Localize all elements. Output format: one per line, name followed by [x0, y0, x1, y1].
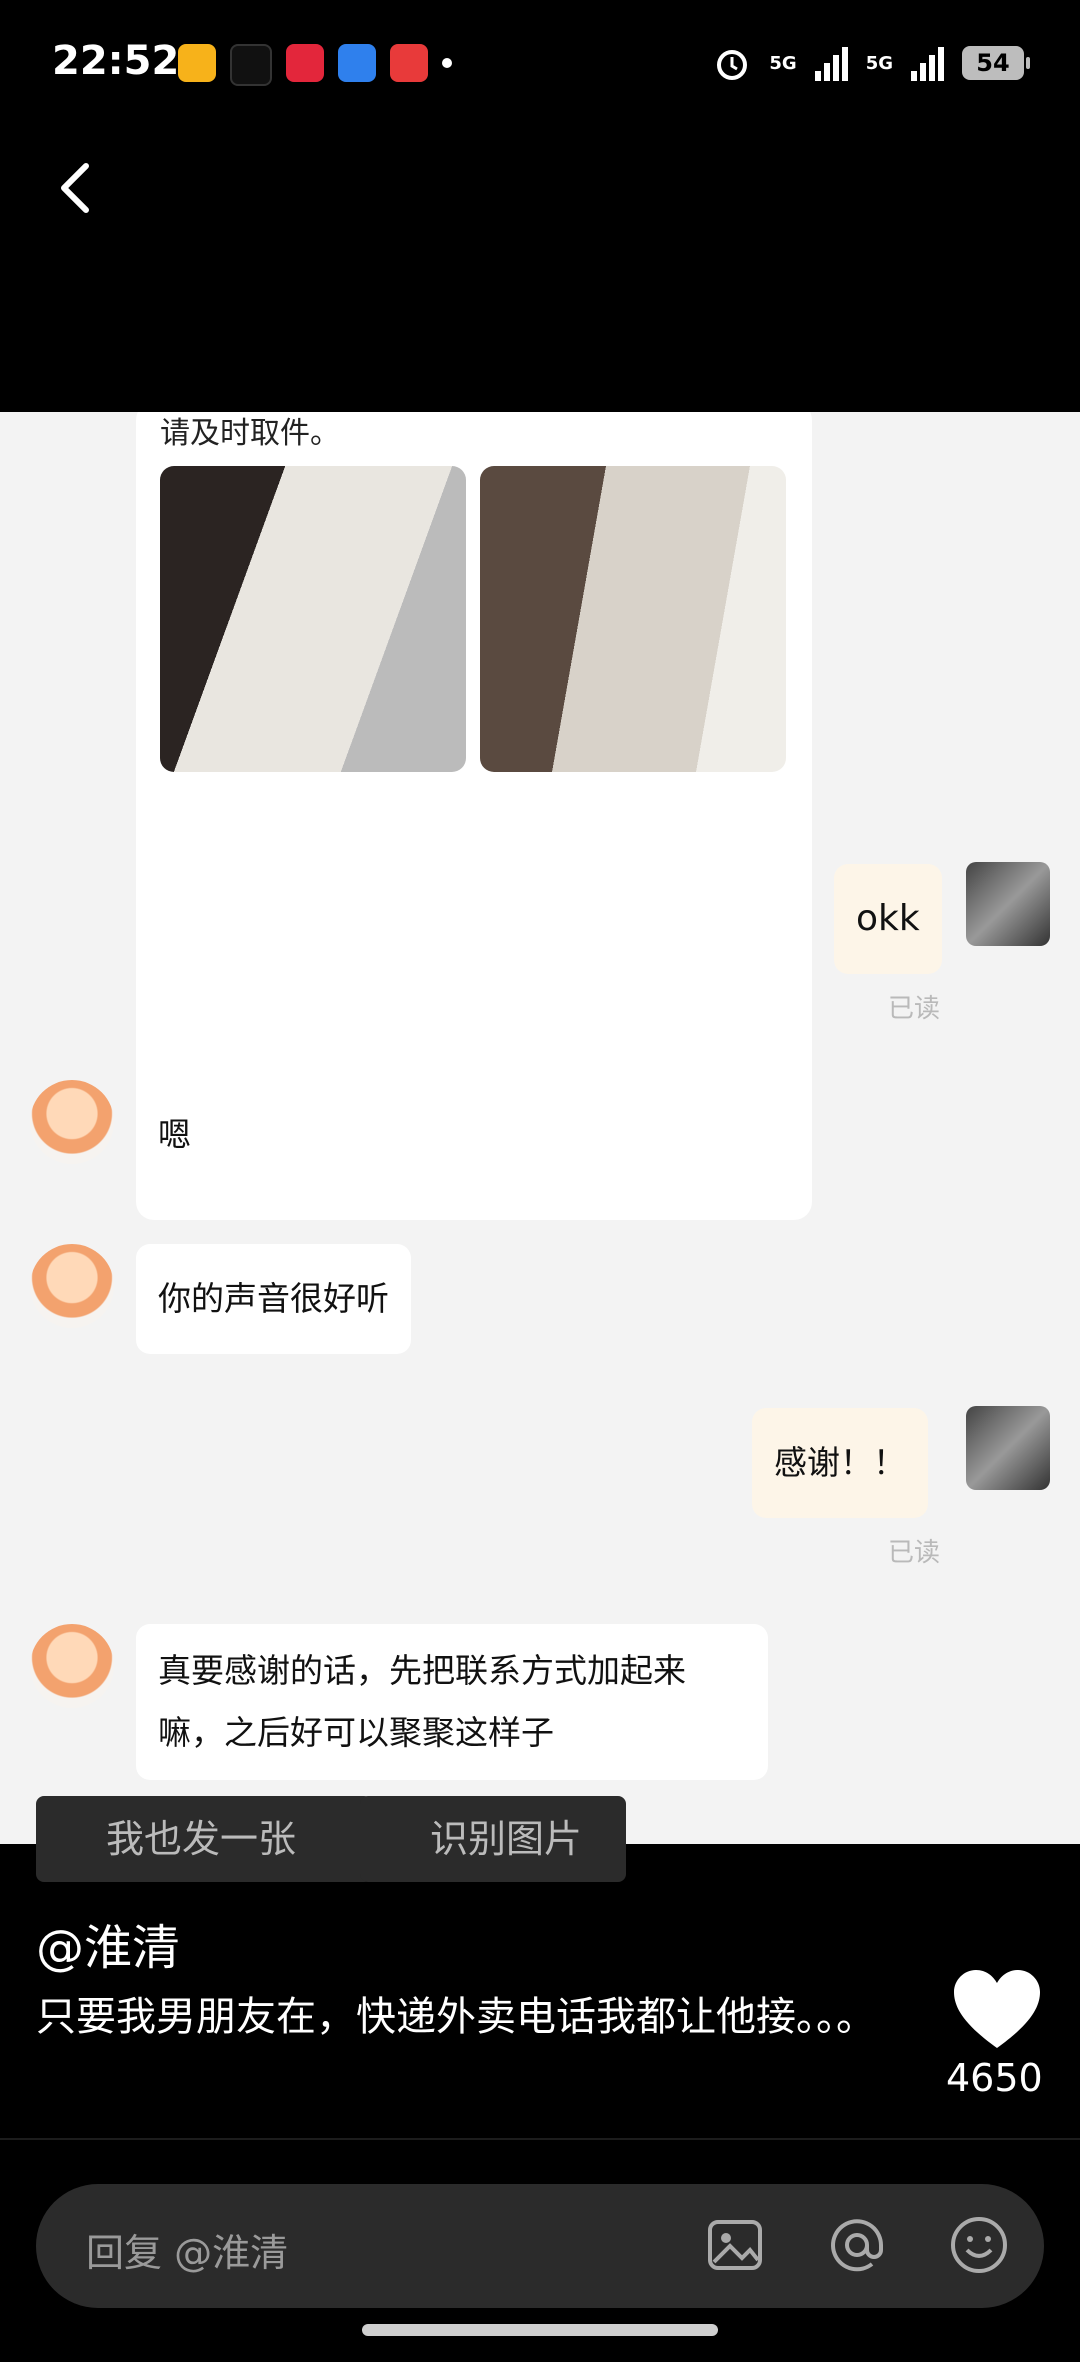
avatar	[30, 1244, 114, 1328]
author-name[interactable]: @淮清	[36, 1908, 180, 1978]
like-count: 4650	[946, 2056, 1043, 2100]
home-indicator[interactable]	[362, 2324, 718, 2336]
like-heart-icon[interactable]	[952, 1968, 1042, 2052]
xiaohongshu-icon	[286, 44, 324, 82]
network-label-1: 5G	[769, 52, 797, 74]
image-icon[interactable]	[704, 2214, 766, 2276]
message-bubble: 真要感谢的话，先把联系方式加起来嘛，之后好可以聚聚这样子	[136, 1624, 768, 1780]
avatar	[966, 1406, 1050, 1490]
battery-indicator: 54	[962, 46, 1030, 80]
browser-icon	[338, 44, 376, 82]
emoji-icon[interactable]	[948, 2214, 1010, 2276]
message-bubble: 感谢！！	[752, 1408, 928, 1518]
shopping-icon	[390, 44, 428, 82]
corridor-photo-2	[480, 466, 786, 772]
signal-icon-2	[911, 45, 944, 81]
image-message-card: 请及时取件。	[136, 412, 812, 1220]
corridor-photo-1	[160, 466, 466, 772]
notification-icons	[178, 44, 452, 86]
avatar	[30, 1624, 114, 1708]
reply-input[interactable]: 回复 @淮清	[36, 2184, 1044, 2308]
alarm-icon	[717, 50, 748, 80]
tiktok-icon	[230, 44, 272, 86]
message-bubble: 嗯	[136, 1080, 213, 1190]
avatar	[966, 862, 1050, 946]
read-status: 已读	[888, 1538, 941, 1568]
mention-icon[interactable]	[826, 2214, 888, 2276]
message-bubble: 你的声音很好听	[136, 1244, 411, 1354]
status-bar: 22:52 5G 5G 54	[0, 0, 1080, 130]
chat-screenshot-image[interactable]: 请及时取件。 okk 已读 嗯 你的声音很好听 感谢！！ 已读 真要感谢的话，先…	[0, 412, 1080, 1844]
recognize-image-label: 识别图片	[430, 1817, 583, 1861]
read-status: 已读	[888, 994, 941, 1024]
reply-placeholder: 回复 @淮清	[86, 2231, 289, 2275]
post-too-button[interactable]: 我也发一张	[36, 1796, 372, 1882]
back-arrow-icon[interactable]	[48, 158, 108, 218]
avatar	[30, 1080, 114, 1164]
more-dot-icon	[442, 58, 452, 68]
post-caption: 只要我男朋友在，快递外卖电话我都让他接。。。	[36, 1994, 876, 2040]
network-label-2: 5G	[865, 52, 893, 74]
weibo-icon	[178, 44, 216, 82]
divider	[0, 2138, 1080, 2140]
post-too-label: 我也发一张	[106, 1817, 297, 1861]
signal-icon-1	[814, 45, 848, 81]
recognize-image-button[interactable]: 识别图片	[360, 1796, 626, 1882]
cut-text: 请及时取件。	[160, 416, 340, 451]
message-bubble: okk	[834, 864, 942, 974]
clock: 22:52	[52, 38, 180, 84]
